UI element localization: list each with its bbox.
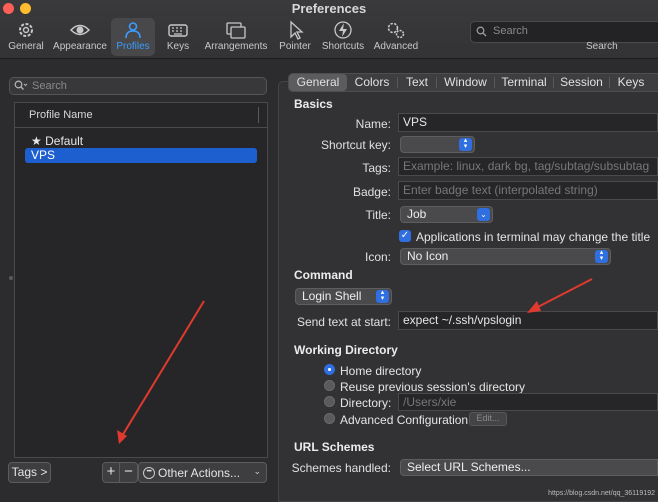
annotation-arrows	[117, 278, 593, 444]
red-arrow-right	[527, 278, 593, 313]
red-arrow-left	[117, 300, 205, 444]
